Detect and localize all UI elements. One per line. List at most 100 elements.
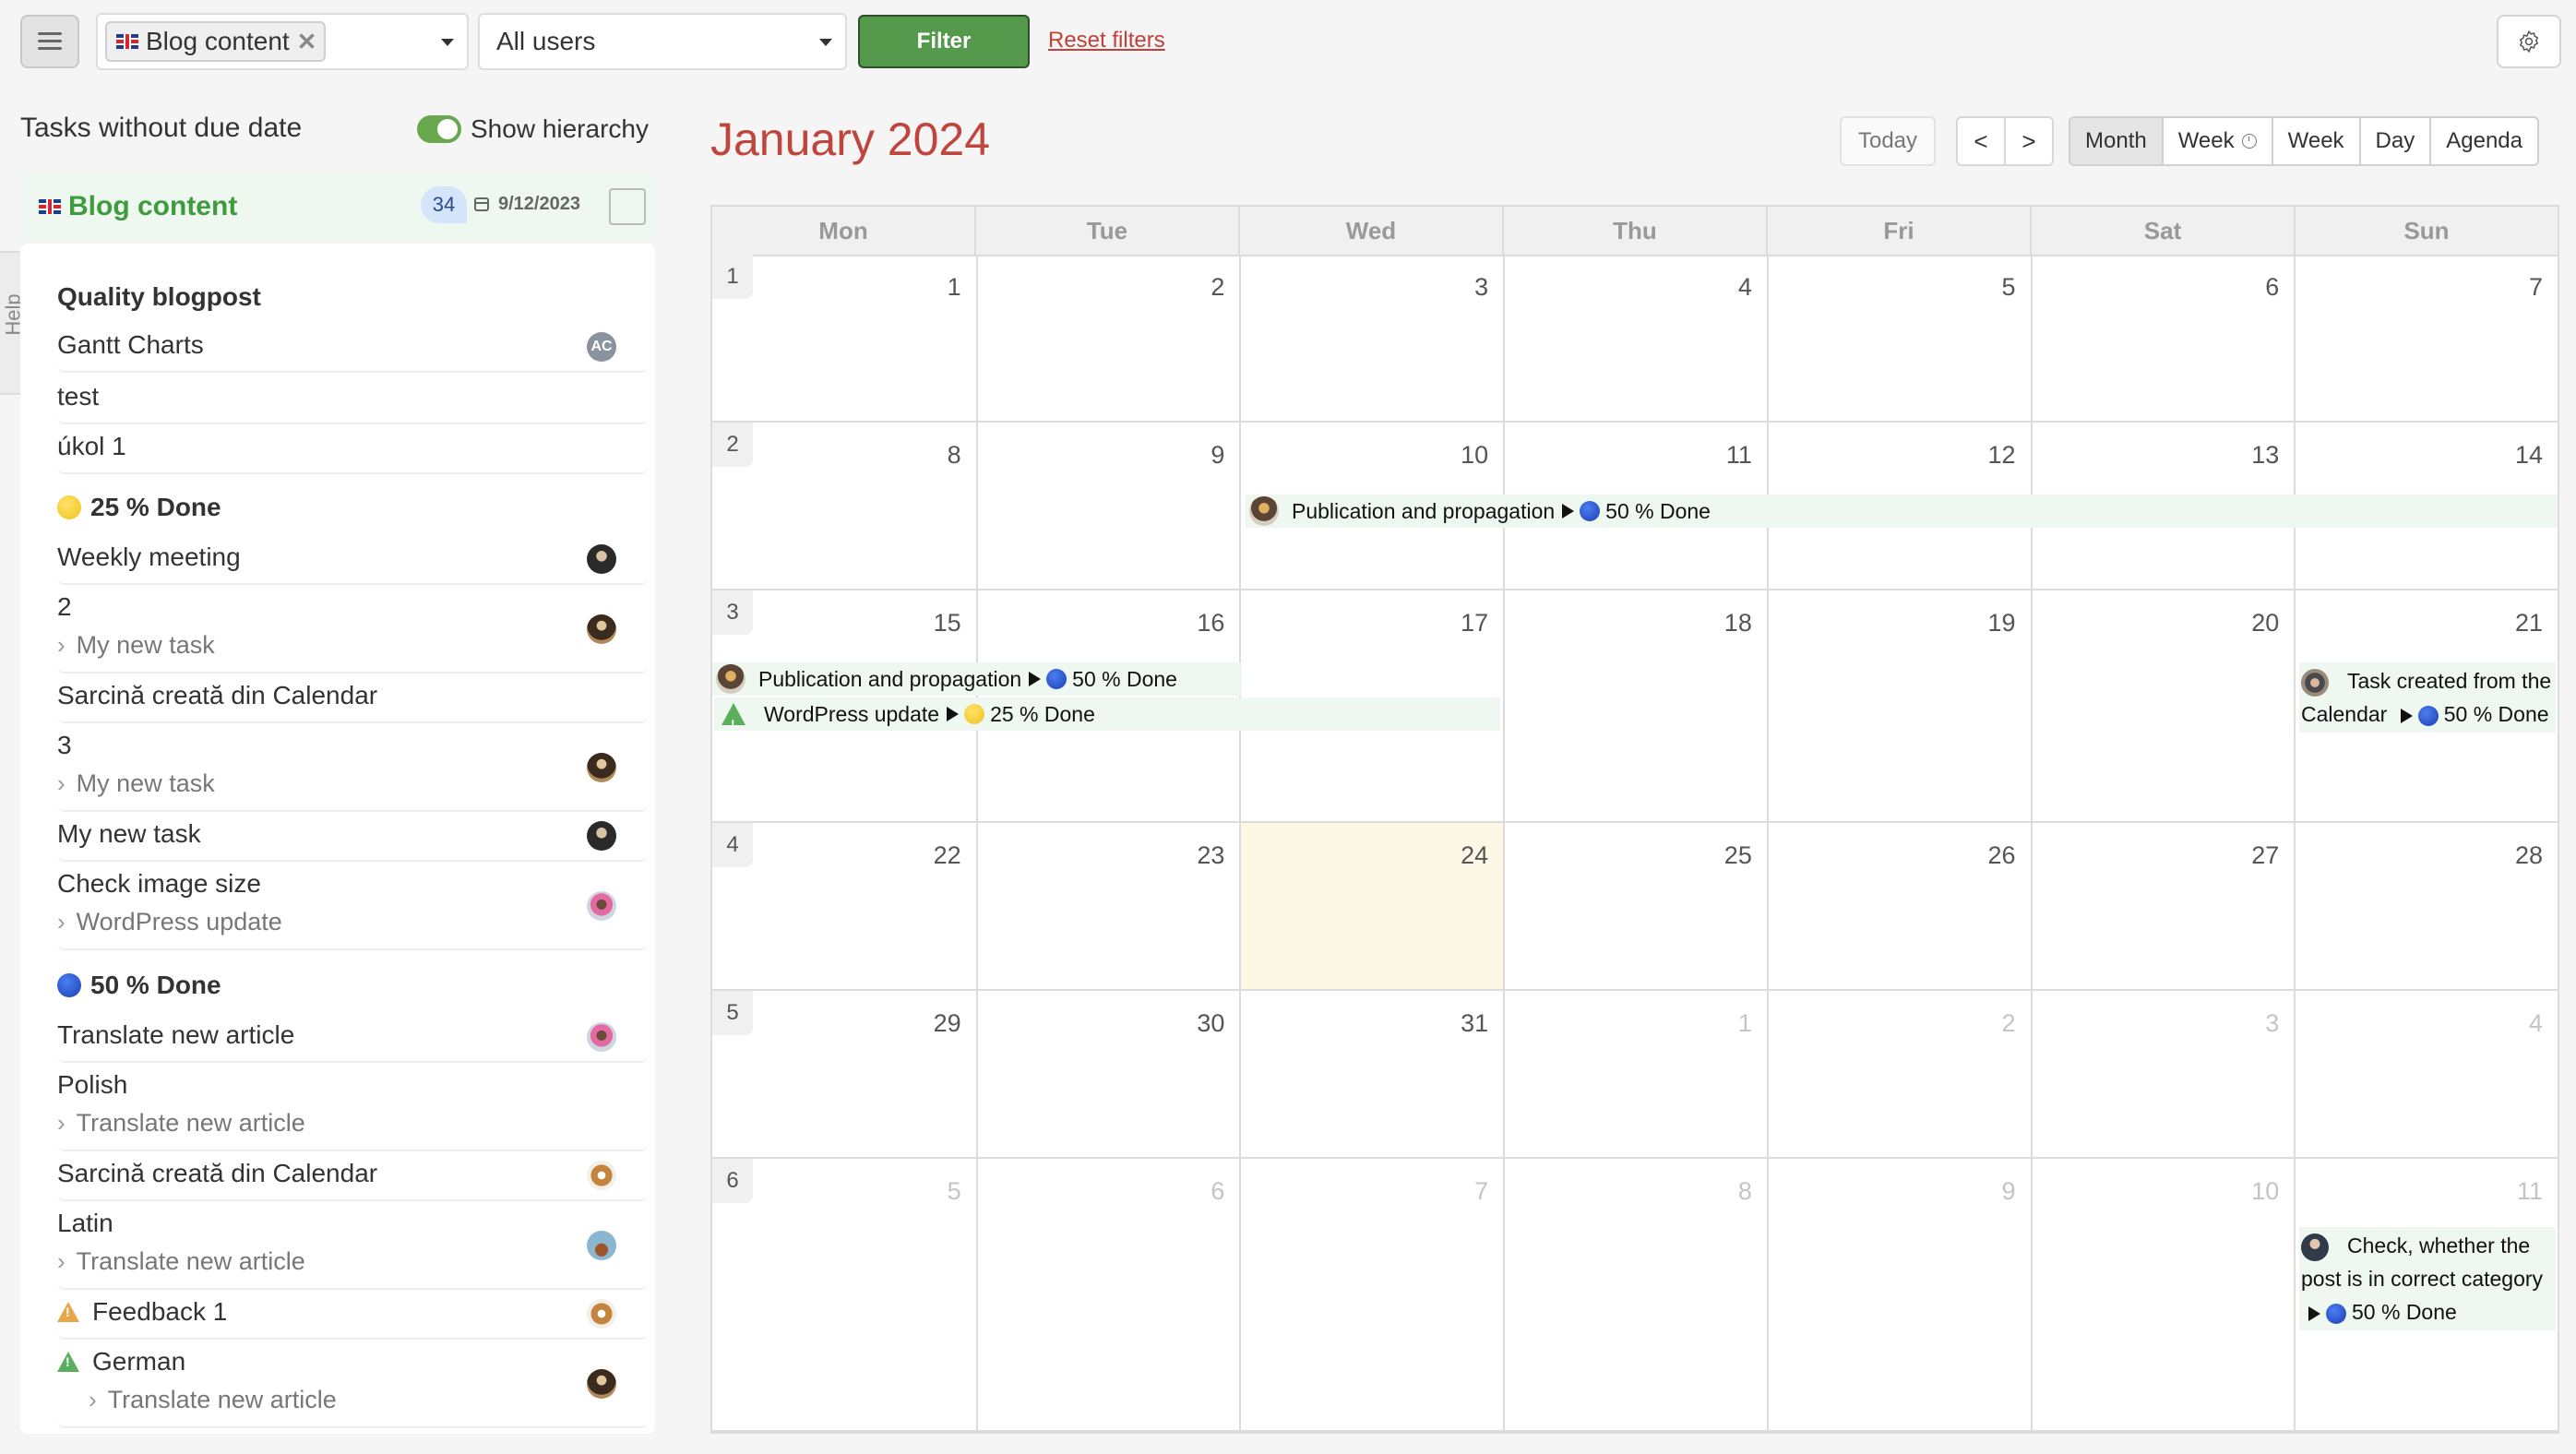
day-cell[interactable]: 30 [975, 991, 1240, 1157]
day-cell[interactable]: 4 [2294, 991, 2558, 1157]
day-number[interactable]: 12 [1988, 441, 2016, 470]
day-cell[interactable]: 6 [2030, 255, 2295, 421]
day-number[interactable]: 11 [1726, 441, 1752, 470]
calendar-event[interactable]: Check, whether the post is in correct ca… [2299, 1227, 2556, 1330]
view-day[interactable]: Day [2358, 118, 2430, 164]
day-number[interactable]: 4 [2529, 1009, 2543, 1038]
help-tab[interactable]: Help [0, 251, 25, 395]
day-cell[interactable]: 5 [1766, 255, 2031, 421]
day-number[interactable]: 31 [1461, 1009, 1488, 1038]
task-item[interactable]: Weekly meeting [57, 535, 648, 585]
reset-filters-link[interactable]: Reset filters [1048, 28, 1165, 54]
day-cell[interactable]: 2 [975, 255, 1240, 421]
day-cell[interactable]: 6 [975, 1159, 1240, 1430]
calendar-event[interactable]: Task created from the Calendar 50 % Done [2299, 662, 2556, 733]
day-number[interactable]: 1 [1738, 1009, 1752, 1038]
day-number[interactable]: 6 [1210, 1177, 1224, 1206]
day-number[interactable]: 9 [2002, 1177, 2016, 1206]
task-item[interactable]: Gantt Charts AC [57, 323, 648, 373]
view-agenda[interactable]: Agenda [2429, 118, 2537, 164]
day-number[interactable]: 2 [2002, 1009, 2016, 1038]
calendar-event[interactable]: WordPress update 25 % Done [714, 697, 1500, 741]
day-number[interactable]: 13 [2251, 441, 2279, 470]
day-cell[interactable]: 27 [2030, 823, 2295, 989]
day-cell[interactable]: 19 [1766, 590, 2031, 821]
task-item[interactable]: test [57, 375, 648, 424]
day-number[interactable]: 8 [1738, 1177, 1752, 1206]
day-cell[interactable]: 8 [1503, 1159, 1767, 1430]
week-number[interactable]: 1 [712, 255, 753, 299]
day-number[interactable]: 23 [1197, 841, 1224, 870]
task-item[interactable]: Sarcină creată din Calendar [57, 1151, 648, 1201]
day-number[interactable]: 15 [934, 609, 961, 638]
day-number[interactable]: 17 [1461, 609, 1488, 638]
day-cell[interactable]: 2 [1766, 991, 2031, 1157]
week-number[interactable]: 3 [712, 590, 753, 635]
week-number[interactable]: 5 [712, 991, 753, 1035]
day-number[interactable]: 25 [1724, 841, 1752, 870]
day-cell[interactable]: 18 [1503, 590, 1767, 821]
task-item[interactable]: Polish › Translate new article [57, 1063, 648, 1151]
day-number[interactable]: 3 [2265, 1009, 2279, 1038]
view-week-timed[interactable]: Week [2161, 118, 2272, 164]
day-cell[interactable]: 7 [2294, 255, 2558, 421]
day-cell[interactable]: 24 [1239, 823, 1504, 989]
day-number[interactable]: 6 [2265, 273, 2279, 302]
day-cell[interactable]: 28 [2294, 823, 2558, 989]
day-number[interactable]: 7 [1474, 1177, 1488, 1206]
task-item[interactable]: Translate new article [57, 1013, 648, 1063]
day-cell[interactable]: 7 [1239, 1159, 1503, 1430]
toggle-switch[interactable] [417, 115, 461, 143]
day-number[interactable]: 8 [948, 441, 961, 470]
day-cell[interactable]: 3 [2030, 991, 2295, 1157]
settings-button[interactable] [2497, 15, 2561, 68]
task-item[interactable]: Feedback 1 [57, 1290, 648, 1340]
user-filter-select[interactable]: All users [478, 13, 847, 70]
day-cell[interactable]: 10 [2030, 1159, 2295, 1430]
day-cell[interactable]: 9 [1766, 1159, 2031, 1430]
day-number[interactable]: 27 [2251, 841, 2279, 870]
today-button[interactable]: Today [1840, 116, 1936, 166]
day-number[interactable]: 16 [1197, 609, 1224, 638]
day-cell[interactable]: 23 [975, 823, 1240, 989]
task-item[interactable]: Check image size › WordPress update [57, 862, 648, 950]
day-number[interactable]: 21 [2515, 609, 2543, 638]
day-number[interactable]: 30 [1197, 1009, 1224, 1038]
day-number[interactable]: 9 [1210, 441, 1224, 470]
day-number[interactable]: 19 [1988, 609, 2016, 638]
day-cell[interactable]: 31 [1239, 991, 1503, 1157]
day-number[interactable]: 2 [1210, 273, 1224, 302]
day-number[interactable]: 18 [1724, 609, 1752, 638]
task-item[interactable]: German › Translate new article [57, 1340, 648, 1428]
day-number[interactable]: 10 [1461, 441, 1488, 470]
day-number[interactable]: 4 [1738, 273, 1752, 302]
next-button[interactable]: > [2004, 118, 2052, 164]
task-item[interactable]: 2 › My new task [57, 585, 648, 673]
view-month[interactable]: Month [2070, 118, 2162, 164]
day-cell[interactable]: 26 [1766, 823, 2031, 989]
show-hierarchy-toggle[interactable]: Show hierarchy [417, 114, 649, 144]
day-cell[interactable]: 25 [1503, 823, 1767, 989]
prev-button[interactable]: < [1958, 118, 2004, 164]
day-number[interactable]: 24 [1461, 841, 1488, 870]
week-number[interactable]: 2 [712, 423, 753, 467]
day-number[interactable]: 26 [1988, 841, 2016, 870]
task-item[interactable]: Sarcină creată din Calendar [57, 673, 648, 723]
day-number[interactable]: 1 [948, 273, 961, 302]
filter-button[interactable]: Filter [858, 15, 1030, 68]
week-number[interactable]: 6 [712, 1159, 753, 1203]
day-cell[interactable]: 4 [1503, 255, 1767, 421]
day-number[interactable]: 5 [948, 1177, 961, 1206]
day-number[interactable]: 29 [934, 1009, 961, 1038]
view-week[interactable]: Week [2271, 118, 2359, 164]
project-name[interactable]: Blog content [68, 191, 237, 222]
task-item[interactable]: 3 › My new task [57, 723, 648, 812]
day-number[interactable]: 10 [2251, 1177, 2279, 1206]
menu-button[interactable] [20, 15, 79, 68]
project-filter-select[interactable]: Blog content ✕ [96, 13, 469, 70]
day-number[interactable]: 11 [2517, 1177, 2543, 1206]
day-number[interactable]: 28 [2515, 841, 2543, 870]
day-cell[interactable]: 9 [975, 423, 1240, 589]
day-number[interactable]: 5 [2002, 273, 2016, 302]
day-cell[interactable]: 20 [2030, 590, 2295, 821]
